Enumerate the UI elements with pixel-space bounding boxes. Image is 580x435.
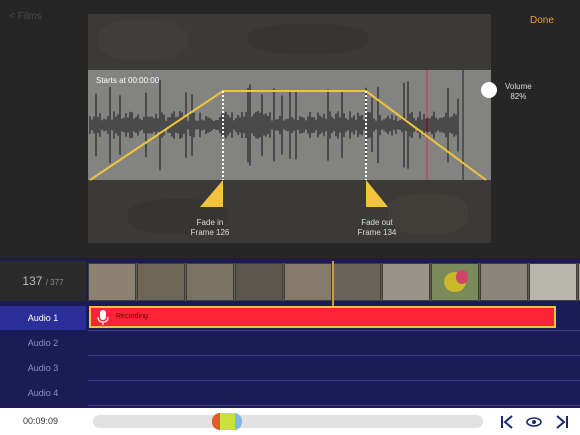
fade-out-handle[interactable] (366, 180, 388, 207)
fade-in-label: Fade in Frame 126 (175, 218, 245, 238)
waveform-svg (89, 70, 487, 207)
back-films-link[interactable]: < Films (9, 11, 42, 22)
film-frame (88, 263, 136, 301)
volume-label: Volume 82% (505, 82, 532, 102)
pink-splat-icon (456, 270, 468, 284)
fade-in-handle[interactable] (200, 180, 223, 207)
film-frame (137, 263, 185, 301)
film-frame (382, 263, 430, 301)
filmstrip[interactable] (88, 263, 580, 301)
playhead[interactable] (332, 261, 334, 306)
frame-current: 137 (22, 274, 43, 288)
fade-in-frame: Frame 126 (190, 228, 230, 237)
volume-title: Volume (505, 82, 532, 91)
done-button[interactable]: Done (530, 15, 554, 26)
current-time-label: 00:09:09 (23, 416, 59, 426)
fade-out-label: Fade out Frame 134 (342, 218, 412, 238)
film-frame (186, 263, 234, 301)
frame-counter: 137 / 377 (0, 261, 86, 301)
audio-waveform (89, 79, 459, 171)
clip-label: Recording (116, 313, 148, 320)
track-divider (88, 380, 580, 381)
track-label-audio-1[interactable]: Audio 1 (0, 306, 86, 330)
fade-out-title: Fade out (361, 218, 393, 227)
onion-skin-icon[interactable] (525, 413, 543, 431)
audio-clip-recording[interactable]: Recording (89, 306, 556, 328)
volume-knob[interactable] (481, 82, 497, 98)
volume-value: 82% (510, 92, 527, 101)
skip-to-start-icon[interactable] (498, 413, 516, 431)
scrubber-thumb[interactable] (212, 413, 242, 430)
film-frame (431, 263, 479, 301)
fade-in-title: Fade in (196, 218, 224, 227)
film-frame (333, 263, 381, 301)
track-label-audio-4[interactable]: Audio 4 (0, 381, 86, 405)
skip-to-end-icon[interactable] (553, 413, 571, 431)
track-divider (88, 355, 580, 356)
fade-out-frame: Frame 134 (357, 228, 397, 237)
audio-preview-area: Starts at 00:00:00 Fade in Frame 126 Fad… (88, 14, 491, 243)
film-frame (284, 263, 332, 301)
frame-total: / 377 (45, 278, 64, 287)
track-divider (88, 405, 580, 406)
track-label-audio-3[interactable]: Audio 3 (0, 356, 86, 380)
scrubber-track[interactable] (93, 415, 483, 428)
film-frame (235, 263, 283, 301)
film-frame (480, 263, 528, 301)
track-divider (88, 330, 580, 331)
microphone-icon (97, 310, 109, 325)
track-label-audio-2[interactable]: Audio 2 (0, 331, 86, 355)
film-frame (529, 263, 577, 301)
